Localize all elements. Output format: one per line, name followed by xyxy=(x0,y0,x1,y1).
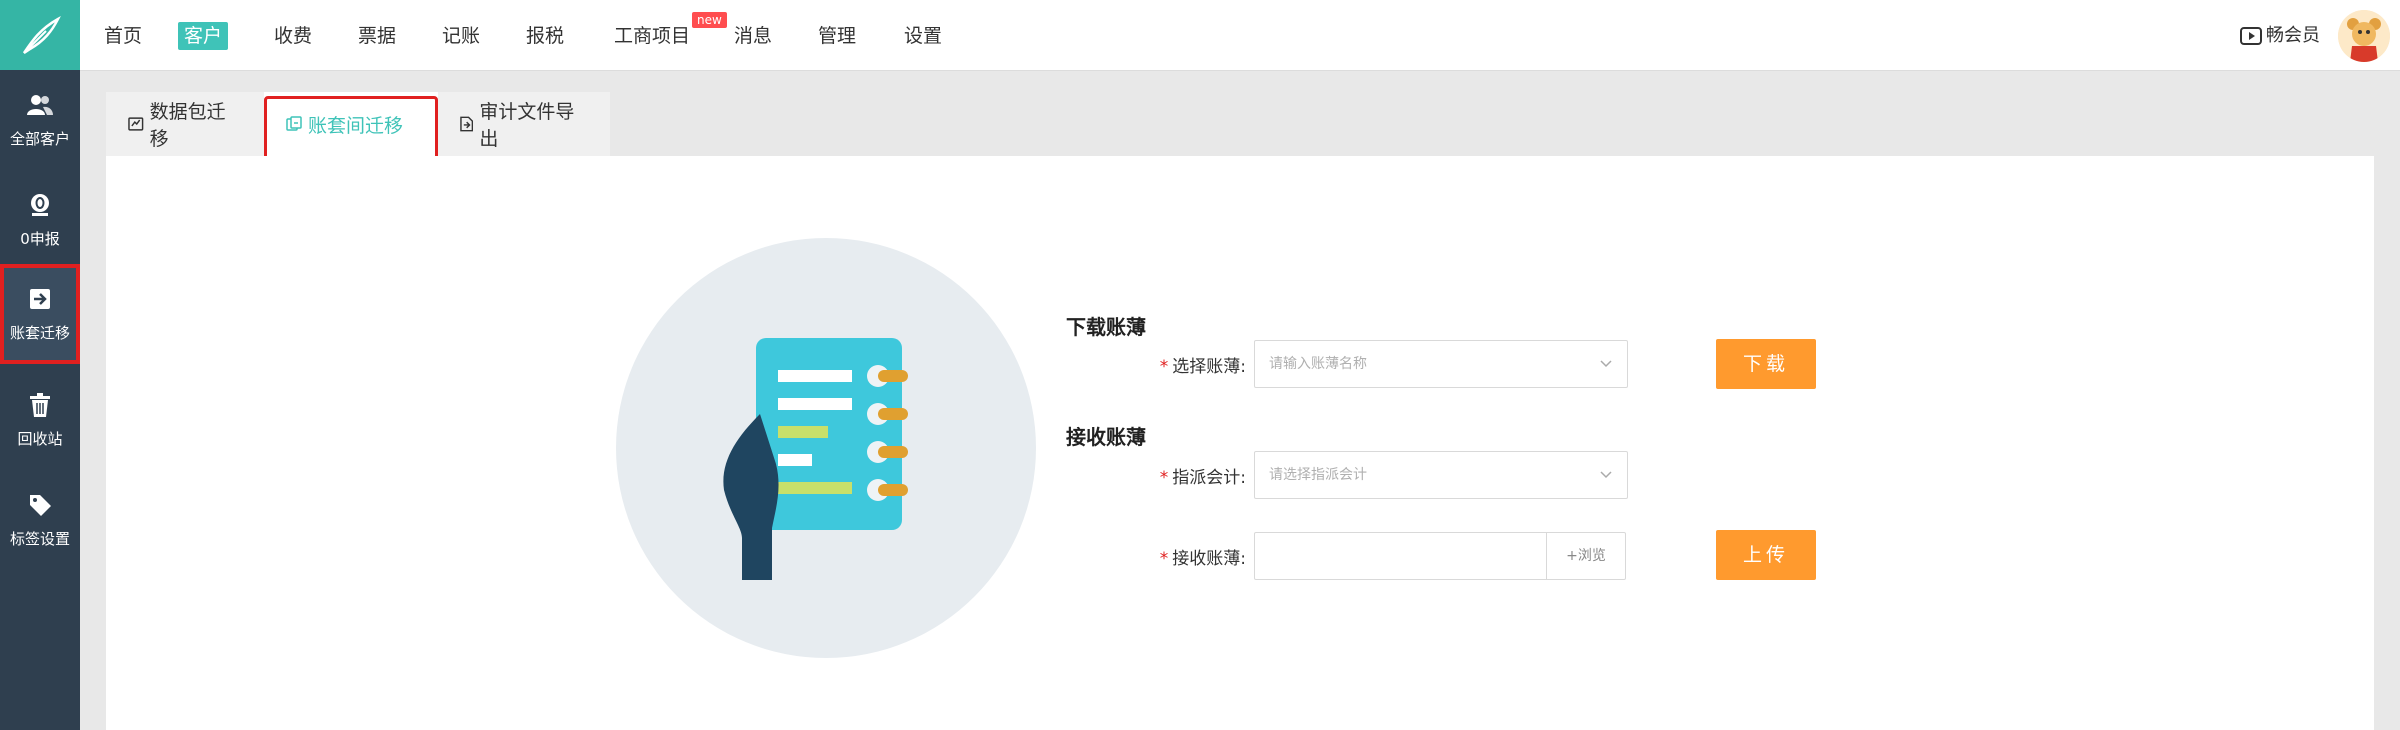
download-button[interactable]: 下载 xyxy=(1716,339,1816,389)
member-link[interactable]: 畅会员 xyxy=(2240,22,2320,50)
select-ledger-label-text: 选择账薄: xyxy=(1172,357,1246,377)
nav-business-projects[interactable]: 工商项目 xyxy=(608,22,696,50)
sidebar-item-label: 全部客户 xyxy=(9,129,70,148)
app-logo[interactable] xyxy=(0,0,80,70)
required-mark: * xyxy=(1159,549,1169,569)
receive-ledger-label-text: 接收账薄: xyxy=(1172,549,1246,569)
sidebar-item-label: 0申报 xyxy=(20,229,60,248)
member-label: 畅会员 xyxy=(2266,25,2320,46)
chevron-down-icon xyxy=(1600,471,1612,479)
nav-management[interactable]: 管理 xyxy=(812,22,862,50)
avatar[interactable] xyxy=(2338,10,2390,62)
nav-billing[interactable]: 收费 xyxy=(268,22,318,50)
browse-button[interactable]: +浏览 xyxy=(1546,533,1625,579)
tab-audit-file-export[interactable]: 审计文件导出 xyxy=(438,92,610,156)
tab-label: 数据包迁移 xyxy=(149,101,226,150)
receive-ledger-file-input[interactable]: +浏览 xyxy=(1254,532,1626,580)
migrate-icon xyxy=(27,286,53,312)
sidebar-item-recycle-bin[interactable]: 回收站 xyxy=(0,370,80,470)
nav-receipts[interactable]: 票据 xyxy=(352,22,402,50)
download-section-title: 下载账薄 xyxy=(1066,315,1146,339)
assign-accountant-placeholder: 请选择指派会计 xyxy=(1269,467,1367,483)
select-ledger-label: * 选择账薄: xyxy=(1136,352,1246,377)
package-icon xyxy=(128,117,144,131)
required-mark: * xyxy=(1159,357,1169,377)
tab-data-package-migration[interactable]: 数据包迁移 xyxy=(106,92,264,156)
sidebar-item-migrate[interactable]: 账套迁移 xyxy=(0,264,80,364)
zero-declare-icon xyxy=(27,192,53,218)
assign-accountant-label-text: 指派会计: xyxy=(1172,468,1246,488)
nav-messages[interactable]: 消息 xyxy=(728,22,778,50)
tab-label: 审计文件导出 xyxy=(479,101,575,150)
select-ledger-dropdown[interactable]: 请输入账薄名称 xyxy=(1254,340,1628,388)
sidebar: 全部客户 0申报 账套迁移 回收站 标签设置 xyxy=(0,0,80,730)
sidebar-item-label: 标签设置 xyxy=(9,529,70,548)
users-icon xyxy=(27,92,53,118)
nav-customers[interactable]: 客户 xyxy=(178,22,229,50)
feather-logo-icon xyxy=(22,15,61,55)
tag-icon xyxy=(27,492,53,518)
nav-tax-filing[interactable]: 报税 xyxy=(520,22,570,50)
sidebar-item-tag-settings[interactable]: 标签设置 xyxy=(0,470,80,570)
content-panel xyxy=(106,156,2374,730)
assign-accountant-label: * 指派会计: xyxy=(1136,463,1246,488)
nav-bookkeeping[interactable]: 记账 xyxy=(436,22,486,50)
notebook-illustration xyxy=(616,238,1036,658)
video-play-icon xyxy=(2240,27,2262,45)
new-badge: new xyxy=(692,12,727,28)
sidebar-item-label: 回收站 xyxy=(17,429,63,448)
top-navigation: 首页 客户 收费 票据 记账 报税 工商项目 new 消息 管理 设置 畅会员 xyxy=(80,0,2400,71)
receive-ledger-label: * 接收账薄: xyxy=(1136,544,1246,569)
nav-home[interactable]: 首页 xyxy=(98,22,148,50)
assign-accountant-dropdown[interactable]: 请选择指派会计 xyxy=(1254,451,1628,499)
trash-icon xyxy=(27,392,53,418)
sidebar-item-all-customers[interactable]: 全部客户 xyxy=(0,70,80,170)
nav-settings[interactable]: 设置 xyxy=(898,22,948,50)
sidebar-item-zero-declare[interactable]: 0申报 xyxy=(0,170,80,270)
upload-button[interactable]: 上传 xyxy=(1716,530,1816,580)
receive-section-title: 接收账薄 xyxy=(1066,425,1146,449)
file-export-icon xyxy=(460,116,474,132)
chevron-down-icon xyxy=(1600,360,1612,368)
required-mark: * xyxy=(1159,468,1169,488)
select-ledger-placeholder: 请输入账薄名称 xyxy=(1269,356,1367,372)
sidebar-item-label: 账套迁移 xyxy=(9,323,70,342)
